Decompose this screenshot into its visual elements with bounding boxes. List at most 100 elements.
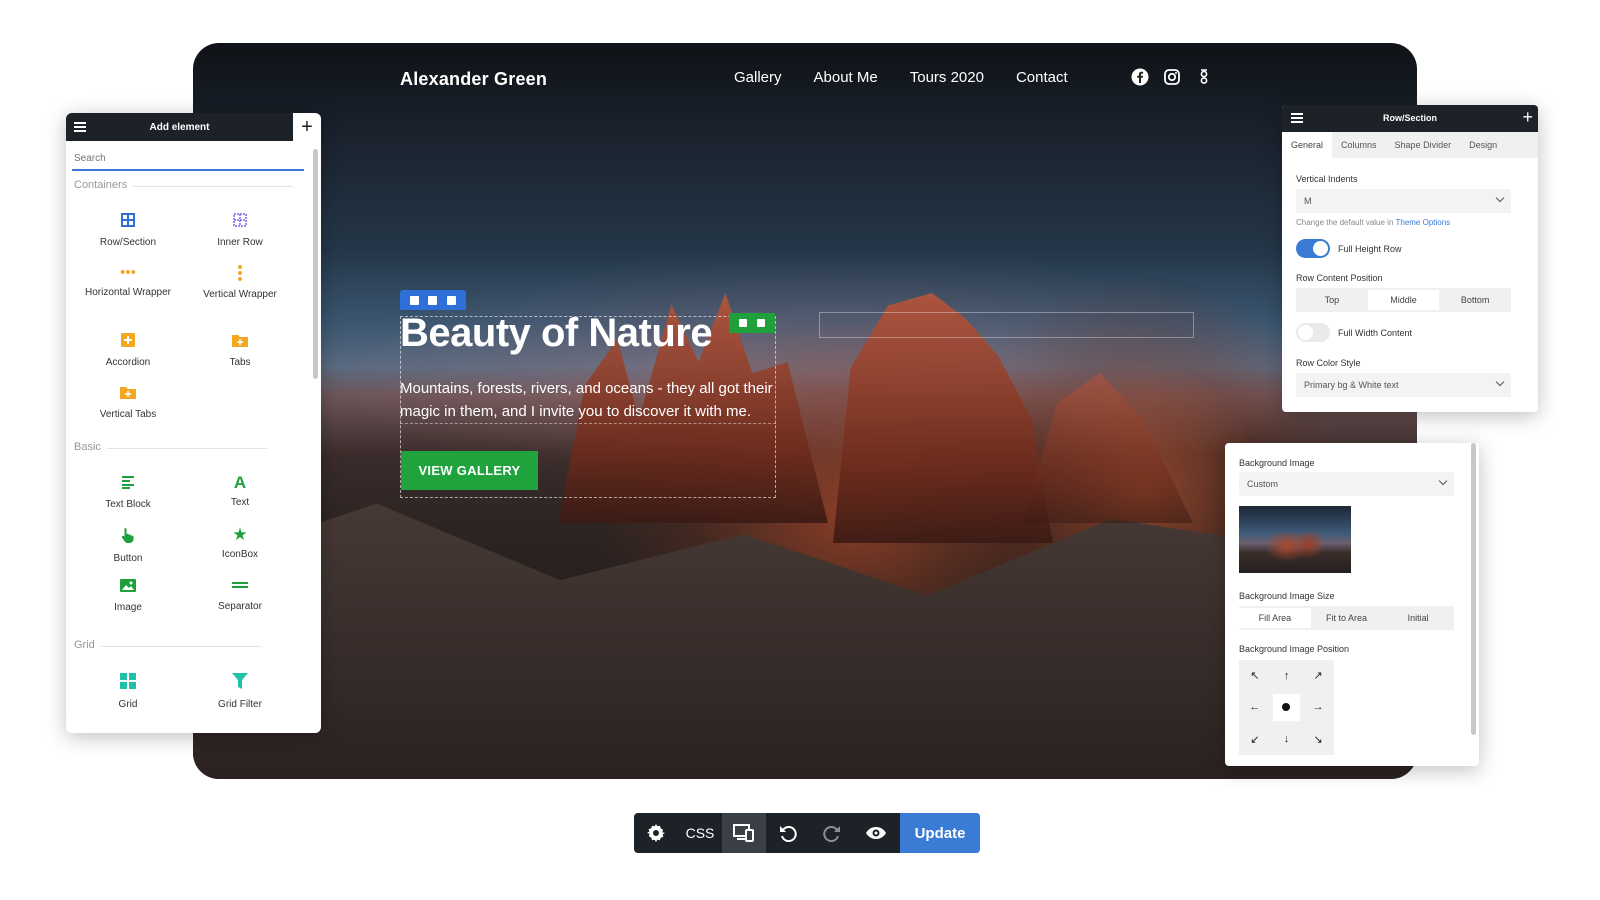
builder-stage: Alexander Green Gallery About Me Tours 2… [0,0,1600,900]
filter-icon [185,673,295,693]
full-height-toggle[interactable] [1296,239,1330,258]
column-duplicate-icon[interactable] [428,295,438,305]
bg-image-thumbnail[interactable] [1239,506,1351,573]
bg-size-label: Background Image Size [1239,591,1335,601]
social-links [1131,68,1213,86]
panel-scrollbar[interactable] [1471,443,1476,735]
star-icon: ★ [232,525,248,544]
bg-position-grid: ↖ ↑ ↗ ← → ↙ ↓ ↘ [1239,660,1334,755]
theme-options-link[interactable]: Theme Options [1395,218,1450,227]
element-grid[interactable]: Grid [73,673,183,711]
css-button[interactable]: CSS [678,813,722,853]
column-delete-icon[interactable] [447,295,457,305]
element-horizontal-wrapper[interactable]: ••• Horizontal Wrapper [73,265,183,299]
bg-image-label: Background Image [1239,458,1315,468]
position-top-left[interactable]: ↖ [1239,660,1271,692]
site-header: Alexander Green Gallery About Me Tours 2… [193,43,1417,123]
bg-size-selector: Fill Area Fit to Area Initial [1239,606,1454,630]
element-text[interactable]: A Text [185,473,295,509]
tripadvisor-icon[interactable] [1195,68,1213,86]
position-middle[interactable]: Middle [1367,290,1440,310]
element-grid-filter[interactable]: Grid Filter [185,673,295,711]
element-button[interactable]: Button [73,527,183,565]
pointer-icon [73,527,183,547]
element-iconbox[interactable]: ★ IconBox [185,525,295,561]
position-center[interactable] [1272,693,1301,722]
text-icon: A [233,473,247,492]
instagram-icon[interactable] [1163,68,1181,86]
color-style-label: Row Color Style [1296,358,1361,368]
menu-icon[interactable] [74,122,86,132]
add-element-panel: Add element + Containers Row/Section Inn… [66,113,321,733]
element-image[interactable]: Image [73,579,183,614]
position-top-right[interactable]: ↗ [1302,660,1334,692]
element-delete-icon[interactable] [757,319,765,327]
element-inner-row[interactable]: Inner Row [185,213,295,249]
position-top[interactable]: Top [1296,288,1368,312]
eye-icon[interactable] [854,813,898,853]
plus-icon[interactable]: + [293,113,321,141]
update-button[interactable]: Update [900,813,980,853]
hero-title[interactable]: Beauty of Nature [400,311,713,356]
panel-scrollbar[interactable] [313,149,318,379]
bg-image-select[interactable]: Custom [1239,472,1454,496]
site-logo[interactable]: Alexander Green [400,69,547,90]
section-grid: Grid [74,639,259,651]
section-containers: Containers [74,179,295,191]
row-icon [73,213,183,231]
nav-about-me[interactable]: About Me [814,69,878,86]
element-toolbar[interactable] [729,313,775,333]
tab-general[interactable]: General [1282,132,1333,158]
size-initial[interactable]: Initial [1382,606,1454,630]
element-text-block[interactable]: Text Block [73,475,183,511]
nav-gallery[interactable]: Gallery [734,69,782,86]
accordion-icon [73,333,183,351]
text-block-icon [73,475,183,493]
element-row-section[interactable]: Row/Section [73,213,183,249]
full-width-toggle[interactable] [1296,323,1330,342]
tab-shape-divider[interactable]: Shape Divider [1386,132,1461,158]
add-element-title: Add element [149,121,210,133]
element-separator[interactable]: Separator [185,579,295,613]
facebook-icon[interactable] [1131,68,1149,86]
element-vertical-wrapper[interactable]: • • • Vertical Wrapper [185,260,295,301]
hero-text[interactable]: Mountains, forests, rivers, and oceans -… [400,377,780,423]
gear-icon[interactable] [634,813,678,853]
row-section-title: Row/Section [1382,113,1437,123]
position-bottom-left[interactable]: ↙ [1239,723,1271,755]
tab-columns[interactable]: Columns [1332,132,1386,158]
full-height-label: Full Height Row [1338,244,1402,254]
position-bottom-center[interactable]: ↓ [1271,723,1303,755]
position-top-center[interactable]: ↑ [1271,660,1303,692]
column-settings-icon[interactable] [409,295,419,305]
nav-tours-2020[interactable]: Tours 2020 [910,69,984,86]
row-section-panel: Row/Section + General Columns Shape Divi… [1282,105,1538,412]
separator-icon [185,579,295,595]
element-duplicate-icon[interactable] [739,319,747,327]
vertical-indents-select[interactable]: M [1296,189,1511,213]
settings-tabs: General Columns Shape Divider Design [1282,132,1538,158]
plus-icon[interactable]: + [1522,107,1533,128]
view-gallery-button[interactable]: VIEW GALLERY [401,451,538,490]
position-bottom[interactable]: Bottom [1439,288,1511,312]
position-bottom-right[interactable]: ↘ [1302,723,1334,755]
element-tabs[interactable]: Tabs [185,333,295,369]
tab-design[interactable]: Design [1460,132,1506,158]
vertical-tabs-icon [73,385,183,403]
empty-column-placeholder[interactable] [819,312,1194,338]
responsive-icon[interactable] [722,813,766,853]
theme-options-hint: Change the default value in Theme Option… [1296,218,1451,227]
element-vertical-tabs[interactable]: Vertical Tabs [73,385,183,421]
color-style-select[interactable]: Primary bg & White text [1296,373,1511,397]
element-accordion[interactable]: Accordion [73,333,183,369]
redo-icon[interactable] [810,813,854,853]
position-center-right[interactable]: → [1302,692,1334,724]
size-fit-to-area[interactable]: Fit to Area [1311,606,1383,630]
size-fill-area[interactable]: Fill Area [1239,608,1311,628]
nav-contact[interactable]: Contact [1016,69,1068,86]
row-section-header: Row/Section + [1282,105,1538,132]
undo-icon[interactable] [766,813,810,853]
position-center-left[interactable]: ← [1239,692,1271,724]
column-toolbar[interactable] [400,290,466,310]
element-search-input[interactable] [72,147,304,171]
